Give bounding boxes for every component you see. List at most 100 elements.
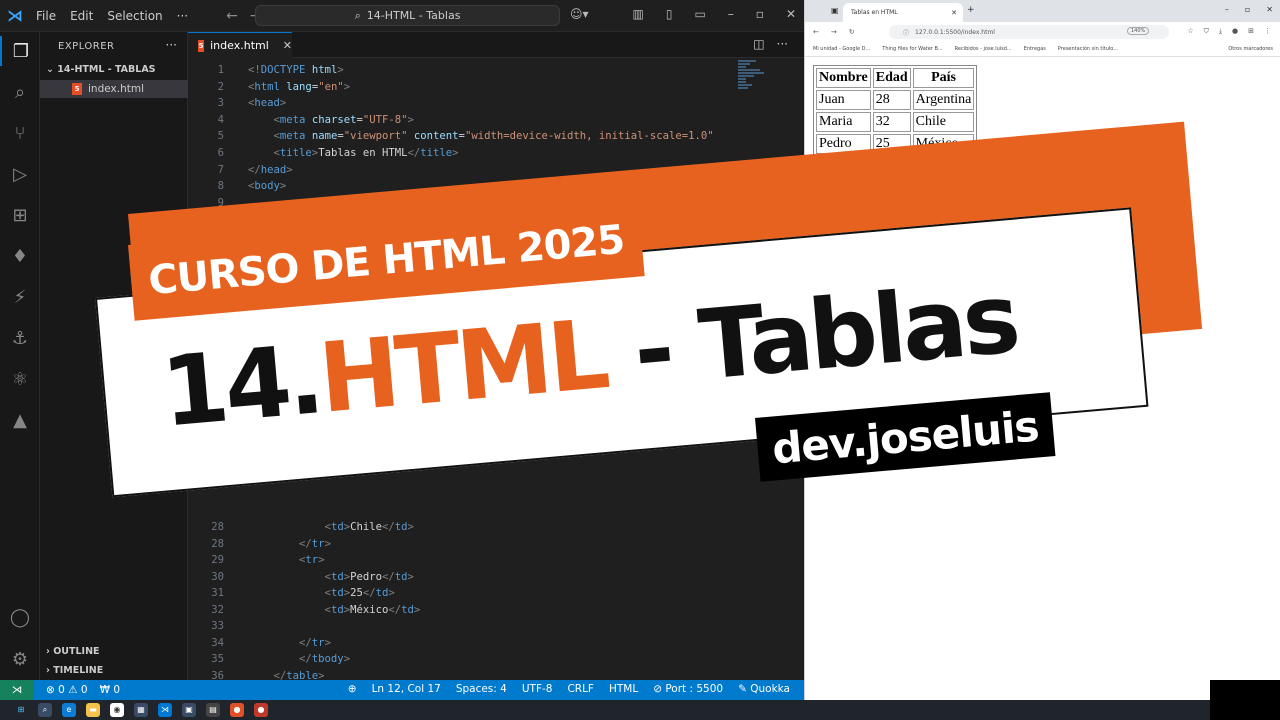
menu-edit[interactable]: Edit bbox=[70, 9, 93, 23]
source-control-icon[interactable]: ⑂ bbox=[0, 118, 40, 148]
run-debug-icon[interactable]: ▷ bbox=[0, 159, 40, 189]
browser-tab[interactable]: Tablas en HTML ✕ bbox=[843, 3, 963, 22]
firefox-icon[interactable]: ● bbox=[230, 703, 244, 717]
toggle-panel-icon[interactable]: ▭ bbox=[694, 7, 705, 21]
new-tab-icon[interactable]: + bbox=[967, 5, 975, 15]
windows-start-icon[interactable]: ⊞ bbox=[14, 703, 28, 717]
remote-icon[interactable]: ⋊ bbox=[0, 680, 34, 700]
react-icon[interactable]: ⚛ bbox=[0, 364, 40, 394]
title-bar: ⋊ File Edit Selection ··· ← → ⌕ 14-HTML … bbox=[0, 0, 804, 32]
folder-root[interactable]: ⌄ 14-HTML - TABLAS bbox=[46, 64, 156, 75]
toggle-sidebar-icon[interactable]: ▯ bbox=[666, 7, 673, 21]
maximize-icon[interactable]: ▫ bbox=[756, 7, 764, 21]
close-icon[interactable]: ✕ bbox=[1266, 5, 1273, 14]
cursor-position[interactable]: Ln 12, Col 17 bbox=[372, 683, 441, 695]
extensions-icon[interactable]: ⊞ bbox=[1248, 27, 1254, 36]
editor-actions: ◫ ··· bbox=[753, 37, 788, 51]
shield-icon[interactable]: ⛉ bbox=[1204, 27, 1209, 36]
line-number: 7 bbox=[217, 164, 224, 176]
profile-icon[interactable]: ● bbox=[1232, 27, 1238, 36]
quokka-status[interactable]: ✎ Quokka bbox=[738, 683, 790, 695]
copilot-icon[interactable]: ☺▾ bbox=[570, 7, 589, 21]
tab-close-icon[interactable]: ✕ bbox=[951, 9, 957, 17]
back-arrow-icon[interactable]: ← bbox=[226, 8, 238, 24]
bookmark-item[interactable]: Mi unidad - Google D... bbox=[813, 46, 870, 52]
chrome-icon[interactable]: ◉ bbox=[110, 703, 124, 717]
command-center[interactable]: ⌕ 14-HTML - Tablas bbox=[255, 5, 560, 26]
menu-icon[interactable]: ⋮ bbox=[1264, 27, 1271, 36]
zoom-icon[interactable]: ⊕ bbox=[348, 683, 357, 695]
table-cell: 32 bbox=[872, 112, 911, 132]
tab-actions-icon[interactable]: ▣ bbox=[831, 6, 839, 15]
file-name: index.html bbox=[88, 83, 144, 95]
language-mode[interactable]: HTML bbox=[609, 683, 638, 695]
back-arrow-icon[interactable]: ← bbox=[813, 28, 819, 36]
layout-icon[interactable]: ▥ bbox=[633, 7, 644, 21]
edge-icon[interactable]: e bbox=[62, 703, 76, 717]
minimize-icon[interactable]: – bbox=[1225, 5, 1229, 14]
search-icon[interactable]: ⌕ bbox=[38, 703, 52, 717]
code-line: <meta charset="UTF-8"> bbox=[273, 114, 414, 126]
line-ending[interactable]: CRLF bbox=[567, 683, 594, 695]
timeline-section[interactable]: › TIMELINE bbox=[46, 665, 103, 676]
menu-file[interactable]: File bbox=[36, 9, 56, 23]
tab-close-icon[interactable]: ✕ bbox=[283, 39, 292, 52]
line-number: 4 bbox=[217, 114, 224, 126]
minimize-icon[interactable]: – bbox=[728, 7, 734, 21]
chevron-down-icon: ⌄ bbox=[46, 64, 58, 75]
settings-gear-icon[interactable]: ⚙ bbox=[0, 644, 40, 674]
folder-name: 14-HTML - TABLAS bbox=[57, 64, 156, 75]
recorder-icon[interactable]: ● bbox=[254, 703, 268, 717]
bookmark-item[interactable]: Recibidos - jose.luisd... bbox=[955, 46, 1012, 52]
line-number: 6 bbox=[217, 147, 224, 159]
line-number: 30 bbox=[211, 571, 224, 583]
anchor-icon[interactable]: ⚓ bbox=[0, 323, 40, 353]
download-icon[interactable]: ⤓ bbox=[1219, 27, 1222, 36]
more-actions-icon[interactable]: ··· bbox=[166, 38, 177, 52]
browser-nav: ← → ↻ bbox=[813, 28, 855, 36]
extensions-icon[interactable]: ⊞ bbox=[0, 200, 40, 230]
account-icon[interactable]: ◯ bbox=[0, 602, 40, 632]
tab-index-html[interactable]: 5 index.html ✕ bbox=[188, 32, 292, 58]
search-view-icon[interactable]: ⌕ bbox=[0, 77, 40, 107]
menu-selection[interactable]: Selection bbox=[107, 9, 162, 23]
indentation[interactable]: Spaces: 4 bbox=[456, 683, 507, 695]
ports-indicator[interactable]: ₩ 0 bbox=[100, 684, 120, 696]
problems-indicator[interactable]: ⊗ 0 ⚠ 0 bbox=[46, 684, 88, 696]
line-number: 8 bbox=[217, 180, 224, 192]
other-bookmarks[interactable]: Otros marcadores bbox=[1228, 46, 1273, 52]
reload-icon[interactable]: ↻ bbox=[849, 28, 855, 36]
split-editor-icon[interactable]: ◫ bbox=[753, 37, 764, 51]
file-explorer-icon[interactable]: ▬ bbox=[86, 703, 100, 717]
site-info-icon[interactable]: ⓘ bbox=[903, 28, 909, 37]
angular-icon[interactable]: ▲ bbox=[0, 405, 40, 435]
live-server-port[interactable]: ⊘ Port : 5500 bbox=[653, 683, 723, 695]
app-icon[interactable]: ▤ bbox=[206, 703, 220, 717]
store-icon[interactable]: ▦ bbox=[134, 703, 148, 717]
explorer-icon[interactable]: ❐ bbox=[0, 36, 40, 66]
close-icon[interactable]: ✕ bbox=[786, 7, 796, 21]
app-icon[interactable]: ▣ bbox=[182, 703, 196, 717]
code-line: <!DOCTYPE html> bbox=[248, 64, 344, 76]
bookmark-item[interactable]: Entregas bbox=[1024, 46, 1046, 52]
outline-section[interactable]: › OUTLINE bbox=[46, 646, 100, 657]
file-item-index[interactable]: 5 index.html bbox=[40, 80, 188, 98]
explorer-header: EXPLORER bbox=[58, 41, 115, 52]
column-header: Nombre bbox=[816, 68, 871, 88]
maximize-icon[interactable]: ▫ bbox=[1245, 5, 1250, 14]
vscode-taskbar-icon[interactable]: ⋊ bbox=[158, 703, 172, 717]
windows-taskbar: ⊞ ⌕ e ▬ ◉ ▦ ⋊ ▣ ▤ ● ● bbox=[0, 700, 1280, 720]
forward-arrow-icon[interactable]: → bbox=[831, 28, 837, 36]
bookmark-item[interactable]: Presentación sin título... bbox=[1058, 46, 1118, 52]
menu-more[interactable]: ··· bbox=[177, 9, 188, 23]
minimap[interactable] bbox=[738, 59, 764, 109]
mongodb-icon[interactable]: ♦ bbox=[0, 241, 40, 271]
line-number: 34 bbox=[211, 637, 224, 649]
encoding[interactable]: UTF-8 bbox=[522, 683, 553, 695]
thunder-icon[interactable]: ⚡ bbox=[0, 282, 40, 312]
star-icon[interactable]: ☆ bbox=[1187, 27, 1193, 36]
zoom-badge[interactable]: 140% bbox=[1127, 27, 1150, 35]
bookmark-item[interactable]: Thing files for Water B... bbox=[882, 46, 942, 52]
more-actions-icon[interactable]: ··· bbox=[777, 37, 788, 51]
column-header: País bbox=[912, 68, 975, 88]
